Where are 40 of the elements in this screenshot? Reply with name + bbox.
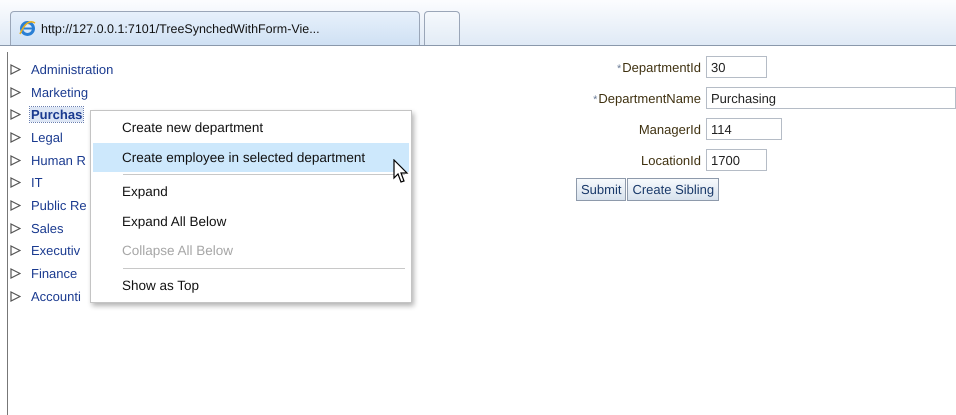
tree-node[interactable]: Marketing xyxy=(30,84,90,100)
mouse-pointer-icon xyxy=(393,159,409,185)
expand-triangle-icon[interactable] xyxy=(10,290,21,302)
tree-node[interactable]: Administration xyxy=(30,62,114,77)
tree-node[interactable]: Finance xyxy=(30,266,78,282)
input-field[interactable]: Purchasing xyxy=(706,87,956,109)
tree-node[interactable]: IT xyxy=(30,175,44,190)
tree-node[interactable]: Accounti xyxy=(30,288,82,304)
expand-triangle-icon[interactable] xyxy=(10,200,21,211)
expand-triangle-icon[interactable] xyxy=(10,86,21,98)
tree-node[interactable]: Sales xyxy=(30,220,65,236)
menu-item[interactable]: Create new department xyxy=(93,113,409,142)
input-field[interactable]: 30 xyxy=(706,56,767,78)
browser-logo-icon xyxy=(19,20,36,37)
menu-item[interactable]: Create employee in selected department xyxy=(93,142,409,172)
field-label: *DepartmentId xyxy=(616,60,701,74)
expand-triangle-icon[interactable] xyxy=(10,177,21,188)
tree-node[interactable]: Human R xyxy=(30,152,87,168)
expand-triangle-icon[interactable] xyxy=(10,268,21,280)
expand-triangle-icon[interactable] xyxy=(10,64,21,75)
expand-triangle-icon[interactable] xyxy=(10,109,21,120)
tree-node[interactable]: Purchas xyxy=(30,107,84,122)
browser-tab[interactable]: http://127.0.0.1:7101/TreeSynchedWithForm-Vie... xyxy=(10,11,420,45)
form-button[interactable]: Submit xyxy=(576,178,626,201)
field-label: *DepartmentName xyxy=(592,90,701,106)
menu-item[interactable]: Show as Top xyxy=(93,270,409,300)
menu-item[interactable]: Expand All Below xyxy=(93,206,409,236)
tree-node[interactable]: Legal xyxy=(30,130,64,145)
form-button[interactable]: Create Sibling xyxy=(627,178,720,201)
field-label: LocationId xyxy=(640,152,701,168)
input-field[interactable]: 114 xyxy=(706,118,782,140)
expand-triangle-icon[interactable] xyxy=(10,245,21,256)
expand-triangle-icon[interactable] xyxy=(10,154,21,166)
input-field[interactable]: 1700 xyxy=(706,149,767,171)
expand-triangle-icon[interactable] xyxy=(10,222,21,234)
menu-item[interactable]: Expand xyxy=(93,177,409,206)
field-label: ManagerId xyxy=(638,122,701,136)
tree-node[interactable]: Executiv xyxy=(30,243,82,258)
tree-node[interactable]: Public Re xyxy=(30,198,88,213)
expand-triangle-icon[interactable] xyxy=(10,132,21,143)
